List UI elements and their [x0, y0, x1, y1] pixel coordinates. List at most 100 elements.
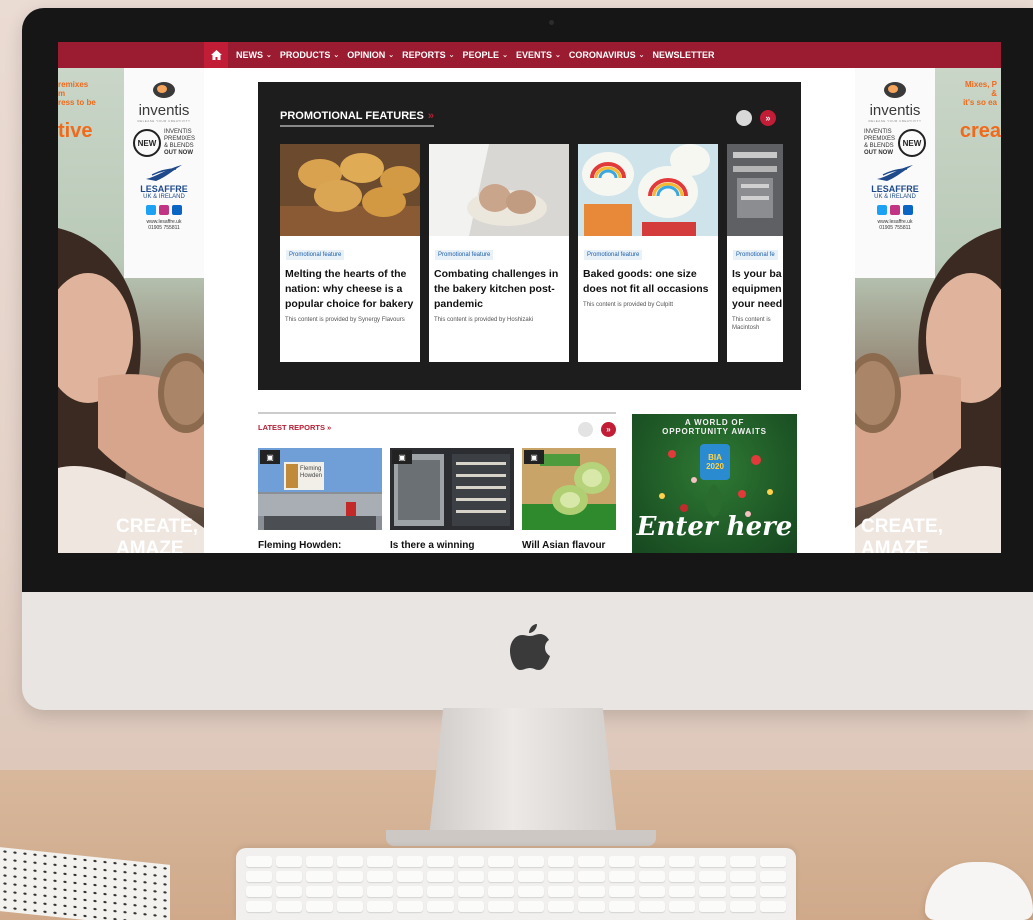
- keyboard-key: [366, 856, 394, 867]
- latest-next-button[interactable]: »: [601, 422, 616, 437]
- section-divider: [258, 412, 616, 414]
- chevron-down-icon: ⌄: [448, 52, 455, 59]
- keyboard-key: [276, 856, 303, 867]
- bia-enter-link[interactable]: Enter here: [632, 512, 797, 542]
- bia-badge: BIA 2020: [700, 444, 730, 480]
- nav-item-opinion[interactable]: OPINION ⌄: [347, 50, 394, 60]
- chevron-down-icon: ⌄: [554, 52, 561, 59]
- keyboard-key: [729, 901, 756, 912]
- card-title[interactable]: Baked goods: one size does not fit all o…: [583, 267, 713, 297]
- ad-contact: www.lesaffre.uk 01905 755811: [147, 219, 182, 231]
- keyboard-key: [699, 856, 726, 867]
- keyboard-key: [336, 886, 363, 897]
- ad-description: INVENTIS PREMIXES & BLENDS OUT NOW: [864, 129, 895, 157]
- ad-line: &: [991, 89, 997, 98]
- linkedin-icon[interactable]: [903, 205, 913, 215]
- nav-item-coronavirus[interactable]: CORONAVIRUS ⌄: [569, 50, 645, 60]
- ad-phone: 01905 755811: [879, 225, 911, 231]
- report-item[interactable]: Fleming Howden ▣ Fleming Howden:: [258, 448, 382, 551]
- ad-line: ress to be: [58, 98, 96, 107]
- nav-item-events[interactable]: EVENTS ⌄: [516, 50, 561, 60]
- keyboard-key: [608, 871, 635, 882]
- report-item[interactable]: ▣ Will Asian flavour: [522, 448, 616, 551]
- instagram-icon[interactable]: [159, 205, 169, 215]
- ad-contact: www.lesaffre.uk 01905 755811: [878, 219, 913, 231]
- new-badge: NEW: [132, 129, 161, 157]
- report-item[interactable]: ▣ Is there a winning: [390, 448, 514, 551]
- camera-icon: ▣: [260, 450, 280, 464]
- monitor-stand-base: [386, 830, 656, 846]
- keyboard-key: [669, 856, 696, 867]
- ad-create-line: AMAZE: [861, 538, 929, 553]
- bia-badge-line: BIA: [708, 453, 722, 462]
- keyboard-key: [729, 856, 756, 867]
- keyboard-key: [336, 901, 363, 912]
- nav-item-news[interactable]: NEWS ⌄: [236, 50, 272, 60]
- lesaffre-subtitle: UK & IRELAND: [874, 194, 916, 200]
- keyboard-key: [397, 886, 424, 897]
- keyboard-key: [699, 901, 726, 912]
- nav-item-newsletter[interactable]: NEWSLETTER: [653, 50, 715, 60]
- ad-line: remixes: [58, 80, 89, 89]
- ad-desc-line: OUT NOW: [863, 150, 893, 156]
- keyboard-key: [578, 856, 605, 867]
- apple-logo-icon: [510, 624, 550, 670]
- ad-orange-text: Mixes, P & it's so ea: [963, 80, 997, 107]
- keyboard-key: [548, 856, 575, 867]
- keyboard-key: [608, 886, 635, 897]
- twitter-icon[interactable]: [146, 205, 156, 215]
- promotional-features-title[interactable]: PROMOTIONAL FEATURES»: [280, 110, 434, 127]
- latest-prev-button[interactable]: [578, 422, 593, 437]
- right-side-ad[interactable]: Mixes, P & it's so ea crea inventis RELE…: [855, 68, 1001, 553]
- keyboard-key: [578, 901, 605, 912]
- nav-item-products[interactable]: PRODUCTS ⌄: [280, 50, 339, 60]
- report-image: ▣: [522, 448, 616, 530]
- promo-prev-button[interactable]: [736, 110, 752, 126]
- ad-create-text: CREATE, AMAZE: [116, 516, 198, 553]
- instagram-icon[interactable]: [890, 205, 900, 215]
- ad-line: Mixes, P: [964, 80, 997, 89]
- report-title[interactable]: Will Asian flavour: [522, 540, 616, 551]
- keyboard-key: [669, 871, 696, 882]
- keyboard-key: [487, 901, 514, 912]
- report-title[interactable]: Fleming Howden:: [258, 540, 382, 551]
- report-title[interactable]: Is there a winning: [390, 540, 514, 551]
- card-title[interactable]: Melting the hearts of the nation: why ch…: [285, 267, 415, 312]
- latest-reports-section: LATEST REPORTS » » Fleming Howden ▣ Flem: [258, 412, 616, 553]
- keyboard-key: [457, 856, 484, 867]
- chevron-down-icon: ⌄: [333, 52, 340, 59]
- social-icons: [146, 205, 182, 215]
- ad-create-line: CREATE,: [116, 516, 198, 537]
- top-navigation: NEWS ⌄ PRODUCTS ⌄ OPINION ⌄ REPORTS ⌄ PEOPLE ⌄ EVE…: [58, 42, 1001, 68]
- latest-reports-title[interactable]: LATEST REPORTS »: [258, 423, 331, 432]
- ad-desc-line: PREMIXES: [163, 136, 195, 142]
- twitter-icon[interactable]: [877, 205, 887, 215]
- promo-card[interactable]: Promotional feature Baked goods: one siz…: [578, 144, 718, 362]
- brand-name: inventis: [869, 102, 921, 119]
- linkedin-icon[interactable]: [172, 205, 182, 215]
- card-title[interactable]: Combating challenges in the bakery kitch…: [434, 267, 564, 312]
- keyboard-key: [759, 901, 786, 912]
- keyboard-key: [638, 886, 666, 897]
- nav-item-reports[interactable]: REPORTS ⌄: [402, 50, 454, 60]
- keyboard-key: [246, 856, 273, 867]
- promo-card[interactable]: Promotional feature Combating challenges…: [429, 144, 569, 362]
- home-button[interactable]: [204, 42, 228, 68]
- card-title[interactable]: Is your ba equipmen your need: [732, 267, 783, 312]
- brand-name: inventis: [138, 102, 190, 119]
- nav-item-label: CORONAVIRUS: [568, 50, 636, 60]
- nav-item-people[interactable]: PEOPLE ⌄: [463, 50, 508, 60]
- left-side-ad[interactable]: remixes m ress to be tive inventis RELEA…: [58, 68, 204, 553]
- promo-card[interactable]: Promotional feature Melting the hearts o…: [280, 144, 420, 362]
- nav-item-label: REPORTS: [402, 50, 446, 60]
- lesaffre-bird-icon: [146, 165, 182, 181]
- latest-pager: »: [578, 422, 616, 437]
- promo-next-button[interactable]: »: [760, 110, 776, 126]
- bia-ad[interactable]: A WORLD OF OPPORTUNITY AWAITS BIA 2020 E…: [632, 414, 797, 553]
- card-provider: This content is Macintosh: [732, 317, 771, 331]
- ad-desc-line: PREMIXES: [863, 136, 895, 142]
- promo-card[interactable]: Promotional fe Is your ba equipmen your …: [727, 144, 783, 362]
- keyboard-key: [759, 886, 786, 897]
- keyboard-key: [306, 856, 333, 867]
- nav-item-label: EVENTS: [515, 50, 552, 60]
